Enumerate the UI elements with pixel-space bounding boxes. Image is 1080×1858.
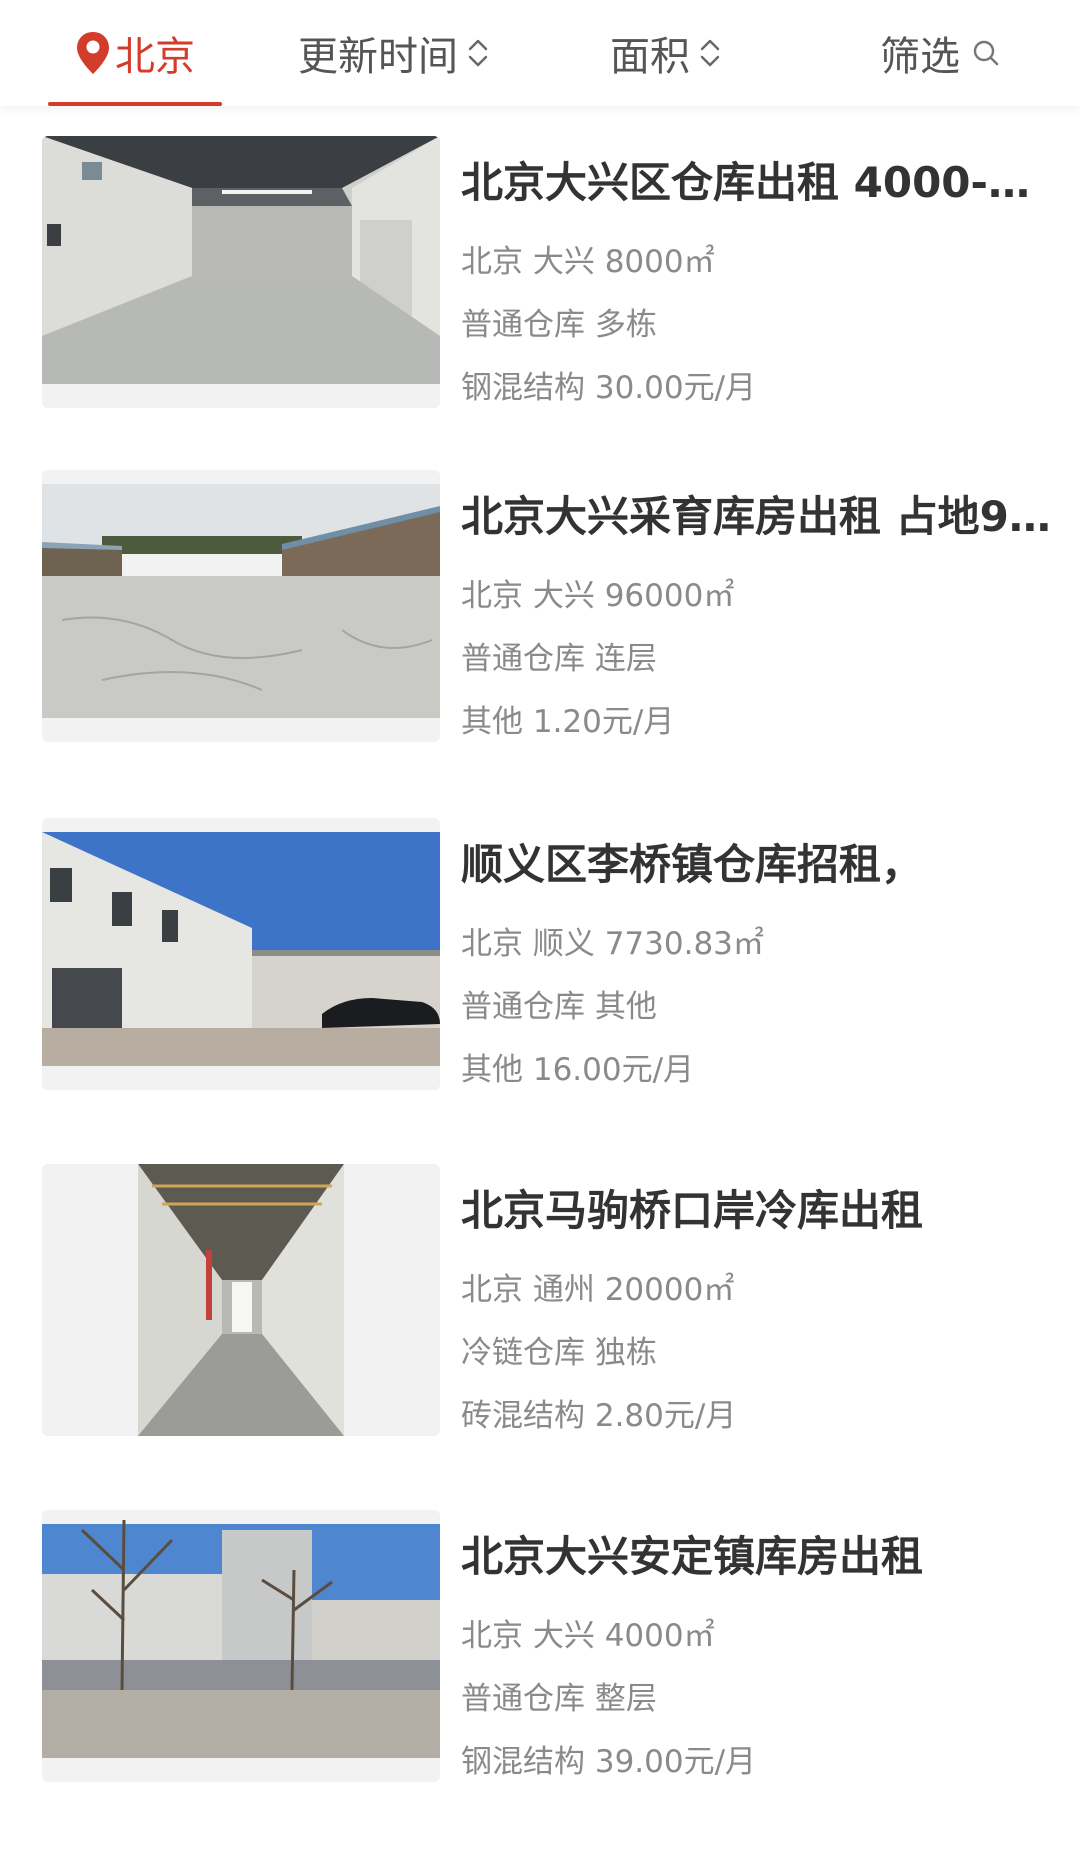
city-selector[interactable]: 北京 [48,0,222,106]
sort-toggle-icon [700,39,720,67]
search-icon [973,40,999,66]
listing-location-area: 北京 大兴 8000㎡ [461,244,715,280]
listing-photo[interactable] [42,818,440,1090]
listing-card[interactable]: 北京大兴采育库房出租 占地96000平米 北京 大兴 96000㎡ 普通仓库 连… [0,470,1080,760]
sort-update-time-label: 更新时间 [298,34,458,80]
listing-location-area: 北京 大兴 4000㎡ [461,1618,715,1654]
sort-area-tab[interactable]: 面积 [610,0,722,106]
location-pin-icon [77,32,109,74]
listing-photo[interactable] [42,136,440,408]
listing-photo[interactable] [42,470,440,742]
filter-tab[interactable]: 筛选 [880,0,1002,106]
listing-photo[interactable] [42,1510,440,1782]
sort-toggle-icon [468,39,488,67]
sort-area-label: 面积 [610,34,690,80]
listing-price: 其他 16.00元/月 [461,1052,695,1088]
listing-title: 顺义区李桥镇仓库招租， [461,840,924,889]
listing-type: 普通仓库 整层 [461,1681,657,1717]
filter-label: 筛选 [880,34,960,80]
listing-title: 北京马驹桥口岸冷库出租 [461,1186,924,1235]
listing-card[interactable]: 顺义区李桥镇仓库招租， 北京 顺义 7730.83㎡ 普通仓库 其他 其他 16… [0,818,1080,1108]
listing-card[interactable]: 北京大兴安定镇库房出租 北京 大兴 4000㎡ 普通仓库 整层 钢混结构 39.… [0,1510,1080,1800]
sort-update-time-tab[interactable]: 更新时间 [298,0,490,106]
listing-title: 北京大兴安定镇库房出租 [461,1532,924,1581]
filter-bar: 北京 更新时间 面积 筛选 [0,0,1080,106]
listing-type: 普通仓库 其他 [461,989,657,1025]
listing-photo[interactable] [42,1164,440,1436]
listing-type: 普通仓库 多栋 [461,307,657,343]
listing-title: 北京大兴采育库房出租 占地96000平米 [461,492,1051,541]
listing-location-area: 北京 大兴 96000㎡ [461,578,735,614]
listing-location-area: 北京 顺义 7730.83㎡ [461,926,764,962]
listing-title: 北京大兴区仓库出租 4000-8000平米 [461,158,1051,207]
listing-location-area: 北京 通州 20000㎡ [461,1272,735,1308]
listing-type: 冷链仓库 独栋 [461,1335,657,1371]
listing-price: 其他 1.20元/月 [461,704,675,740]
listing-type: 普通仓库 连层 [461,641,657,677]
city-label: 北京 [115,34,195,80]
listing-price: 钢混结构 39.00元/月 [461,1744,757,1780]
active-tab-underline [48,102,222,106]
listing-card[interactable]: 北京大兴区仓库出租 4000-8000平米 北京 大兴 8000㎡ 普通仓库 多… [0,136,1080,426]
listing-price: 砖混结构 2.80元/月 [461,1398,737,1434]
listing-card[interactable]: 北京马驹桥口岸冷库出租 北京 通州 20000㎡ 冷链仓库 独栋 砖混结构 2.… [0,1164,1080,1454]
listing-price: 钢混结构 30.00元/月 [461,370,757,406]
